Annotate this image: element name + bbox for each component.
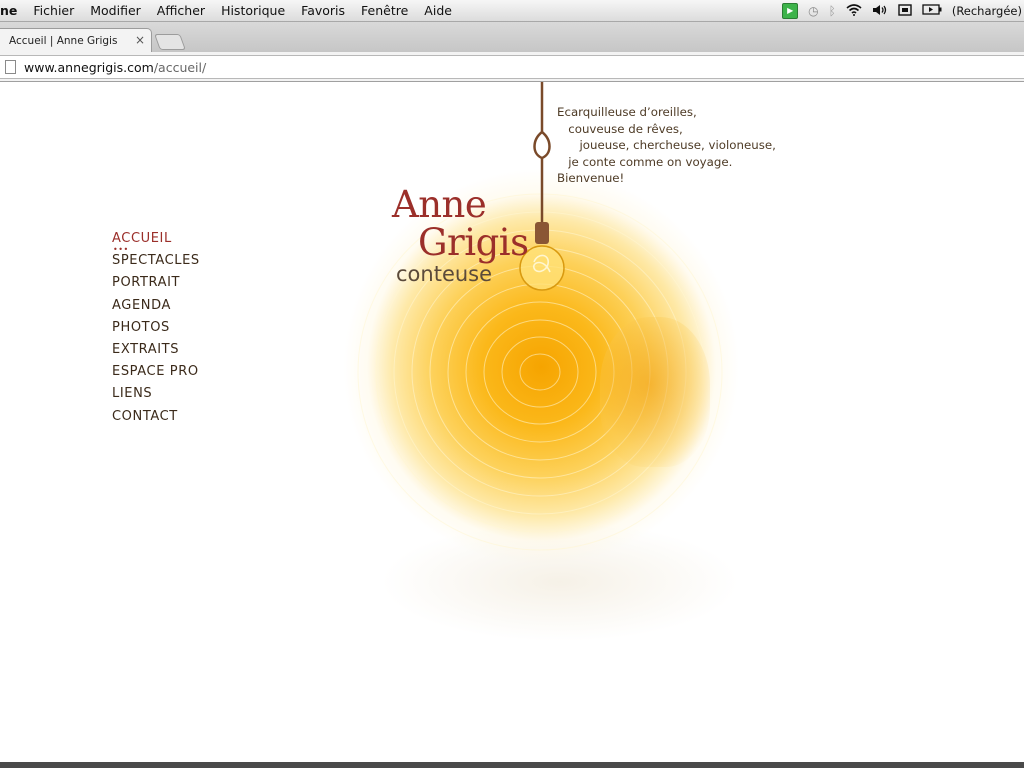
nav-spectacles[interactable]: SPECTACLES	[112, 252, 200, 274]
time-machine-icon[interactable]: ◷	[808, 5, 818, 17]
site-title-last: Grigis	[418, 221, 529, 264]
new-tab-button[interactable]	[154, 34, 186, 50]
menu-fenetre[interactable]: Fenêtre	[353, 3, 416, 18]
menu-fichier[interactable]: Fichier	[25, 3, 82, 18]
site-subtitle: conteuse	[396, 262, 493, 286]
nav-agenda[interactable]: AGENDA	[112, 297, 200, 319]
toolbar: www.annegrigis.com/accueil/	[0, 52, 1024, 82]
web-page: Anne Grigis conteuse Ecarquilleuse d’ore…	[0, 82, 1024, 762]
menu-bar: ne Fichier Modifier Afficher Historique …	[0, 0, 1024, 22]
nav-liens[interactable]: LIENS	[112, 385, 200, 407]
media-play-icon[interactable]: ▶	[782, 2, 799, 19]
portrait-photo	[600, 317, 710, 467]
url-path: /accueil/	[153, 59, 207, 75]
battery-status: (Rechargée)	[951, 3, 1022, 18]
menu-modifier[interactable]: Modifier	[82, 3, 149, 18]
battery-icon[interactable]	[922, 4, 942, 17]
nav-contact[interactable]: CONTACT	[112, 408, 200, 430]
main-nav: ACCUEIL ••• SPECTACLES PORTRAIT AGENDA P…	[112, 230, 200, 430]
bluetooth-icon[interactable]: ᛒ	[829, 5, 836, 17]
wifi-icon[interactable]	[846, 3, 862, 18]
menu-historique[interactable]: Historique	[213, 3, 293, 18]
url-host: www.annegrigis.com	[24, 59, 154, 75]
close-tab-icon[interactable]: ×	[135, 33, 145, 47]
tab-title: Accueil | Anne Grigis	[9, 35, 118, 47]
nav-photos[interactable]: PHOTOS	[112, 319, 200, 341]
menu-favoris[interactable]: Favoris	[293, 3, 353, 18]
window-bottom-edge	[0, 762, 1024, 768]
nav-espace-pro[interactable]: ESPACE PRO	[112, 363, 200, 385]
tab-strip: Accueil | Anne Grigis ×	[0, 22, 1024, 53]
address-bar[interactable]: www.annegrigis.com/accueil/	[0, 55, 1024, 79]
nav-extraits[interactable]: EXTRAITS	[112, 341, 200, 363]
site-title-first: Anne	[392, 183, 487, 226]
tagline: Ecarquilleuse d’oreilles, couveuse de rê…	[557, 105, 776, 185]
tab-accueil[interactable]: Accueil | Anne Grigis ×	[0, 28, 152, 53]
page-icon	[5, 60, 16, 74]
app-menu[interactable]: ne	[0, 3, 25, 18]
status-tray: ▶ ◷ ᛒ (Rechargée)	[782, 0, 1024, 21]
nav-portrait[interactable]: PORTRAIT	[112, 274, 200, 296]
active-marker: •••	[113, 245, 129, 254]
volume-icon[interactable]	[872, 4, 888, 18]
menu-aide[interactable]: Aide	[416, 3, 460, 18]
menu-afficher[interactable]: Afficher	[149, 3, 213, 18]
keyboard-icon[interactable]	[898, 3, 912, 18]
